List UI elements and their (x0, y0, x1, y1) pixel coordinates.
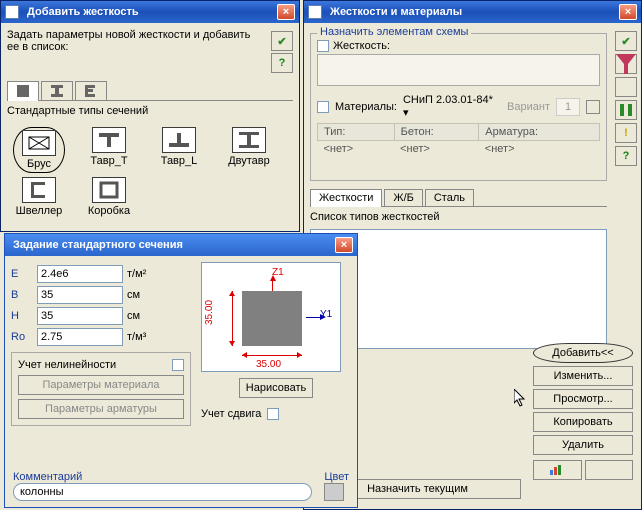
section-dvutavr[interactable]: Двутавр (223, 127, 275, 173)
shear-label: Учет сдвига (201, 408, 261, 420)
nonlin-label: Учет нелинейности (18, 359, 116, 371)
section-dialog-title: Задание стандартного сечения (9, 239, 335, 251)
col-beton: Бетон: (394, 124, 479, 141)
tab-rigidities[interactable]: Жесткости (310, 189, 382, 207)
input-e[interactable] (37, 265, 123, 283)
rigid-window-title: Жесткости и материалы (326, 6, 619, 18)
materials-checkbox[interactable] (317, 101, 329, 113)
tab-sections-i[interactable] (41, 81, 73, 100)
dim-h: 35.00 (204, 300, 215, 325)
toolbar-icon-3[interactable] (615, 77, 637, 97)
rigidity-display (317, 54, 600, 86)
expand-icon[interactable] (585, 460, 634, 480)
app-icon (308, 5, 322, 19)
tab-steel[interactable]: Сталь (425, 189, 474, 206)
toolbar-filter-icon[interactable] (615, 54, 637, 74)
tab-sections-shapes[interactable] (7, 81, 39, 101)
label-ro: Ro (11, 331, 37, 343)
draw-button[interactable]: Нарисовать (239, 378, 313, 398)
tab-sections-ee[interactable] (75, 81, 107, 100)
armature-params-button: Параметры арматуры (18, 399, 184, 419)
unit-e: т/м² (127, 268, 146, 280)
val-arm: <нет> (479, 141, 600, 158)
comment-input[interactable] (13, 483, 312, 501)
app-icon (5, 5, 19, 19)
section-shveller[interactable]: Швеллер (13, 177, 65, 217)
rigidity-checkbox[interactable] (317, 40, 329, 52)
right-toolbar: ✔ ! ? (615, 31, 637, 166)
materials-dropdown[interactable]: СНиП 2.03.01-84* ▾ (403, 94, 501, 119)
view-button[interactable]: Просмотр... (533, 389, 633, 409)
comment-label: Комментарий (13, 471, 312, 483)
section-brus[interactable]: Брус (13, 127, 65, 173)
section-shape (242, 291, 302, 346)
input-h[interactable] (37, 307, 123, 325)
delete-button[interactable]: Удалить (533, 435, 633, 455)
variant-input (556, 98, 580, 116)
assign-group-title: Назначить элементам схемы (317, 26, 471, 38)
dim-w: 35.00 (256, 359, 281, 370)
axis-y-arrow-icon (320, 314, 326, 320)
color-picker[interactable] (324, 483, 344, 501)
material-params-button: Параметры материала (18, 375, 184, 395)
toolbar-help-icon[interactable]: ? (615, 146, 637, 166)
section-preview: Z1 Y1 35.00 35.00 (201, 262, 341, 372)
input-b[interactable] (37, 286, 123, 304)
label-h: H (11, 310, 37, 322)
axis-z-arrow-icon (270, 275, 276, 281)
instruction-text: Задать параметры новой жесткости и добав… (7, 29, 271, 75)
variant-picker-icon[interactable] (586, 100, 600, 114)
section-korobka[interactable]: Коробка (83, 177, 135, 217)
unit-h: см (127, 310, 140, 322)
close-icon[interactable]: × (619, 4, 637, 20)
input-ro[interactable] (37, 328, 123, 346)
val-type: <нет> (318, 141, 395, 158)
variant-label: Вариант (507, 101, 550, 113)
close-icon[interactable]: × (335, 237, 353, 253)
rigidity-label: Жесткость: (333, 40, 390, 52)
copy-button[interactable]: Копировать (533, 412, 633, 432)
toolbar-apply-icon[interactable]: ✔ (615, 31, 637, 51)
nonlin-checkbox[interactable] (172, 359, 184, 371)
section-tavr-t[interactable]: Тавр_T (83, 127, 135, 173)
col-type: Тип: (318, 124, 395, 141)
materials-label: Материалы: (335, 101, 397, 113)
edit-button[interactable]: Изменить... (533, 366, 633, 386)
close-icon[interactable]: × (277, 4, 295, 20)
materials-table: Тип: Бетон: Арматура: <нет> <нет> <нет> (317, 123, 600, 157)
unit-b: см (127, 289, 140, 301)
shear-checkbox[interactable] (267, 408, 279, 420)
cursor-icon (514, 389, 528, 409)
toolbar-info-icon[interactable]: ! (615, 123, 637, 143)
add-button[interactable]: Добавить<< (533, 343, 633, 363)
color-label: Цвет (324, 471, 349, 483)
label-e: E (11, 268, 37, 280)
chart-icon[interactable] (533, 460, 582, 480)
tab-rc[interactable]: Ж/Б (384, 189, 422, 206)
help-icon[interactable]: ? (271, 53, 293, 73)
add-window-title: Добавить жесткость (23, 6, 277, 18)
section-tavr-l[interactable]: Тавр_L (153, 127, 205, 173)
section-types-label: Стандартные типы сечений (7, 105, 293, 117)
toolbar-icon-4[interactable] (615, 100, 637, 120)
val-beton: <нет> (394, 141, 479, 158)
label-b: B (11, 289, 37, 301)
apply-icon[interactable]: ✔ (271, 31, 293, 51)
unit-ro: т/м³ (127, 331, 146, 343)
list-label: Список типов жесткостей (310, 211, 607, 223)
col-arm: Арматура: (479, 124, 600, 141)
